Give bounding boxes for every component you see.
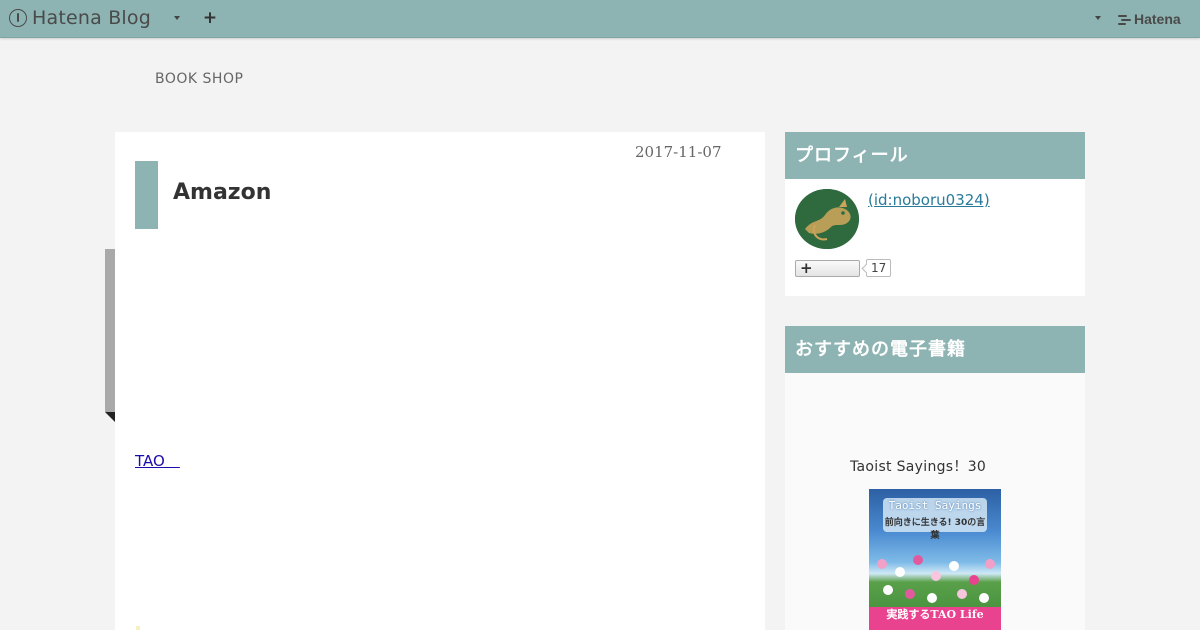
top-bar: Hatena Blog + Hatena <box>0 0 1200 38</box>
cover-subtitle: 前向きに生きる! 30の言葉 <box>884 518 986 541</box>
profile-id-link[interactable]: (id:noboru0324) <box>868 191 990 209</box>
recommended-book-heading: おすすめの電子書籍 <box>785 326 1085 373</box>
hatena-brand-icon <box>1118 13 1131 25</box>
avatar[interactable] <box>795 189 859 249</box>
blog-title[interactable]: BOOK SHOP <box>155 71 243 87</box>
dragon-avatar-icon <box>795 189 859 249</box>
decorative-dot <box>136 626 140 630</box>
plus-icon: + <box>202 8 218 28</box>
brand-text: Hatena <box>1134 11 1181 27</box>
blog-menu-button[interactable] <box>171 9 185 27</box>
ribbon-decoration <box>105 249 115 412</box>
user-menu-button[interactable] <box>1092 9 1106 27</box>
title-accent-bar <box>135 161 158 229</box>
hatena-logo-icon <box>9 9 27 27</box>
subscriber-count: 17 <box>866 259 892 277</box>
entry-body-link[interactable]: TAO <box>135 450 180 471</box>
profile-module: プロフィール (id:noboru0324) + 17 <box>785 132 1085 296</box>
ribbon-fold <box>105 412 115 422</box>
recommended-book-module: おすすめの電子書籍 Taoist Sayings！30 Taoist Sayin… <box>785 326 1085 630</box>
recommended-book-body: Taoist Sayings！30 Taoist Sayings 前向きに生きる… <box>785 373 1085 630</box>
profile-body: (id:noboru0324) + 17 <box>785 179 1085 296</box>
hatena-brand-link[interactable]: Hatena <box>1118 10 1181 28</box>
profile-heading: プロフィール <box>785 132 1085 179</box>
subscribe-button[interactable]: + <box>795 259 860 277</box>
hatena-blog-logo[interactable]: Hatena Blog <box>9 7 151 29</box>
book-title[interactable]: Taoist Sayings！30 <box>850 456 986 476</box>
entry-title[interactable]: Amazon <box>173 180 271 205</box>
entry-date[interactable]: 2017-11-07 <box>635 143 721 161</box>
entry-article <box>115 132 765 630</box>
book-cover-image[interactable]: Taoist Sayings 前向きに生きる! 30の言葉 実践するTAO Li… <box>869 489 1001 630</box>
new-post-button[interactable]: + <box>202 9 218 27</box>
chevron-down-icon <box>174 16 180 20</box>
chevron-down-icon <box>1095 16 1101 20</box>
logo-text: Hatena Blog <box>32 7 151 29</box>
cover-bottom-text: 実践するTAO Life <box>869 607 1001 630</box>
plus-icon: + <box>800 259 813 277</box>
